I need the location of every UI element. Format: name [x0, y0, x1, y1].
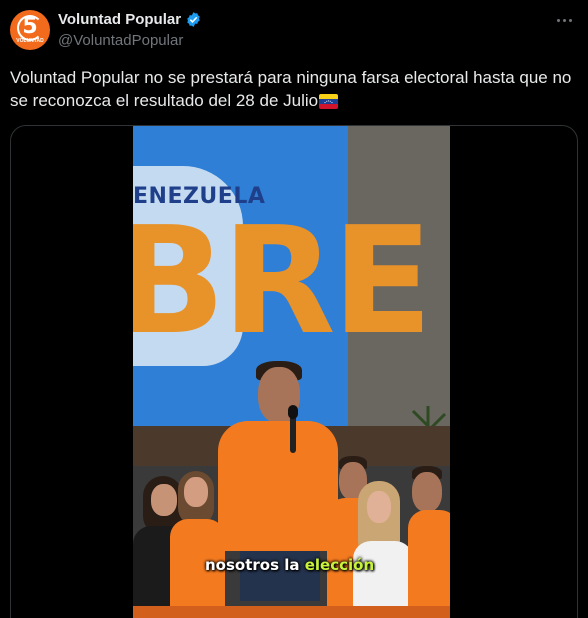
tweet: 5 VOLUNTAD Voluntad Popular @VoluntadPop… [0, 0, 588, 618]
more-options-icon[interactable] [552, 10, 576, 30]
video-player[interactable]: ENEZUELA BRE nosotros la elección [133, 126, 450, 618]
table [133, 606, 450, 618]
media-container[interactable]: ENEZUELA BRE nosotros la elección [10, 125, 578, 618]
tweet-text: Voluntad Popular no se prestará para nin… [10, 66, 578, 112]
avatar[interactable]: 5 VOLUNTAD [10, 10, 50, 50]
venezuela-flag-icon [319, 94, 339, 109]
screen-text-bre: BRE [133, 195, 433, 367]
avatar-ring [17, 15, 43, 41]
handle[interactable]: @VoluntadPopular [58, 32, 183, 49]
tweet-body: Voluntad Popular no se prestará para nin… [10, 68, 572, 110]
verified-badge-icon[interactable] [185, 11, 202, 28]
projection-screen: ENEZUELA BRE [133, 126, 433, 431]
caption-highlight: elección [304, 556, 375, 574]
display-name[interactable]: Voluntad Popular [58, 11, 181, 28]
video-caption: nosotros la elección [205, 556, 374, 574]
name-row: Voluntad Popular [58, 11, 202, 28]
caption-text: nosotros la [205, 556, 305, 574]
